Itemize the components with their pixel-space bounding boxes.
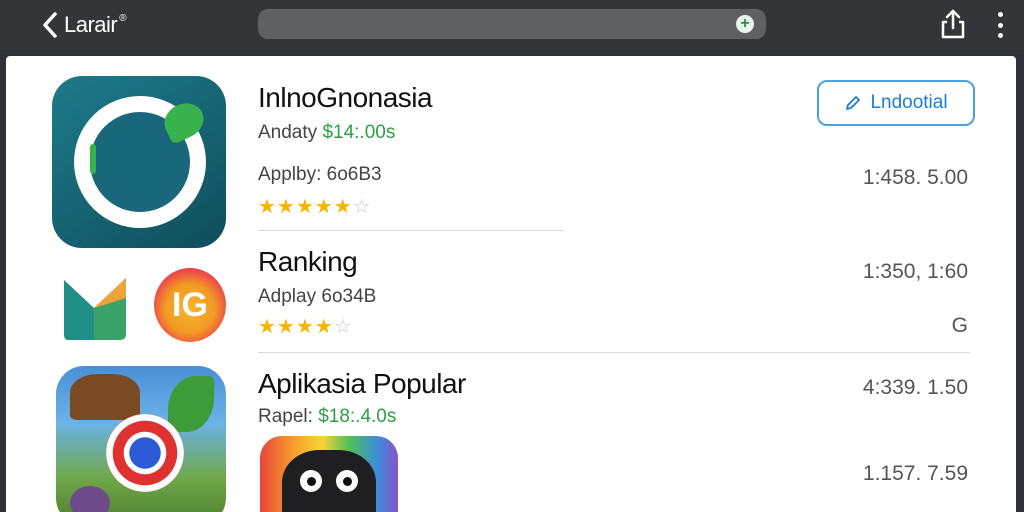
app-stat: 1.157. 7.59: [862, 462, 968, 485]
app-icon[interactable]: [52, 76, 226, 248]
divider: [258, 230, 564, 231]
app-title[interactable]: InlnoGnonasia: [258, 82, 433, 114]
app-meta: Applby: 6o6B3: [258, 164, 382, 185]
app-icon[interactable]: [260, 436, 398, 512]
install-button-label: Lndootial: [870, 92, 948, 113]
pencil-icon: [846, 96, 861, 110]
search-input[interactable]: +: [258, 9, 766, 39]
app-stat: 1:458. 5.00: [862, 166, 968, 189]
app-price: $18:.4.0s: [318, 406, 397, 427]
app-icon[interactable]: [60, 268, 132, 344]
app-icon[interactable]: IG: [154, 268, 226, 342]
section-title[interactable]: Aplikasia Popular: [258, 368, 466, 400]
app-stat: 1:350, 1:60: [862, 260, 968, 283]
app-stat: G: [951, 314, 968, 337]
app-price-line: Andaty $14:.00s: [258, 122, 396, 143]
app-stat: 4:339. 1.50: [862, 376, 968, 399]
chevron-left-icon: [43, 12, 57, 38]
top-bar: Larair ® +: [0, 0, 1024, 54]
share-icon[interactable]: [938, 8, 968, 40]
app-meta: Adplay 6o34B: [258, 286, 377, 307]
back-label: Larair: [64, 12, 118, 37]
app-price-line: Rapel: $18:.4.0s: [258, 406, 397, 427]
star-rating: ★★★★☆: [258, 316, 353, 338]
star-rating: ★★★★★☆: [258, 196, 372, 218]
section-title[interactable]: Ranking: [258, 246, 358, 278]
app-price: $14:.00s: [322, 122, 396, 143]
app-list: InlnoGnonasia Andaty $14:.00s Applby: 6o…: [6, 56, 1016, 512]
app-icon[interactable]: [56, 366, 226, 512]
more-vertical-icon[interactable]: [990, 10, 1010, 40]
divider: [258, 352, 970, 353]
install-button[interactable]: Lndootial: [817, 80, 975, 126]
add-icon[interactable]: +: [736, 15, 754, 33]
back-button[interactable]: Larair ®: [40, 8, 127, 42]
back-mark: ®: [119, 12, 127, 24]
